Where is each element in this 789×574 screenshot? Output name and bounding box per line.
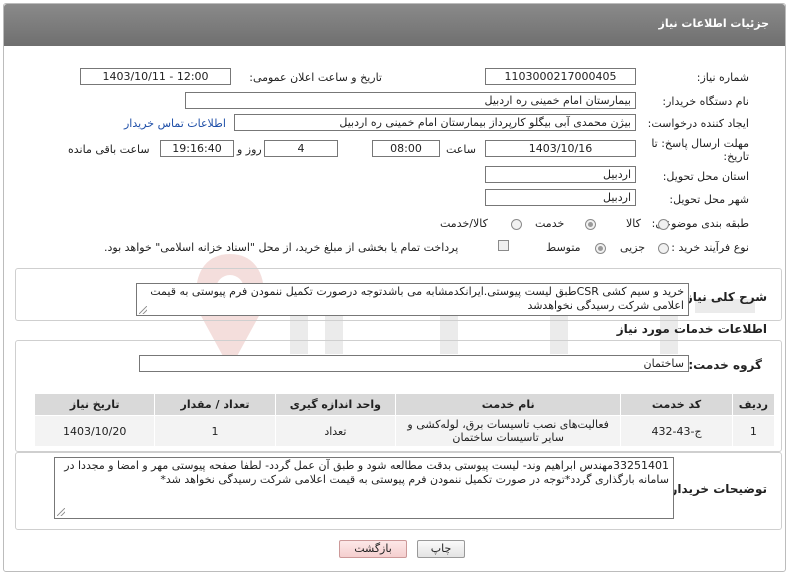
- page-header: جزئیات اطلاعات نیاز: [4, 4, 785, 46]
- process-option-small: جزیی: [620, 241, 646, 254]
- page-title: جزئیات اطلاعات نیاز: [658, 17, 770, 30]
- summary-resize-handle[interactable]: [139, 306, 147, 314]
- col-date: تاریخ نیاز: [33, 393, 156, 416]
- process-option-medium: متوسط: [546, 241, 581, 254]
- cell-name: فعالیت‌های نصب تاسیسات برق، لوله‌کشی و س…: [395, 415, 622, 447]
- category-option-goods: کالا: [626, 217, 641, 230]
- col-code: کد خدمت: [620, 393, 733, 416]
- category-radio-goods-service[interactable]: [511, 219, 522, 230]
- creator-field[interactable]: بیژن محمدی آبی بیگلو کارپرداز بیمارستان …: [234, 114, 636, 131]
- treasury-text: پرداخت تمام یا بخشی از مبلغ خرید، از محل…: [104, 241, 459, 254]
- process-label: نوع فرآیند خرید :: [671, 241, 749, 254]
- deadline-date-label: تاریخ:: [723, 150, 749, 163]
- creator-label: ایجاد کننده درخواست:: [647, 117, 749, 130]
- category-radio-goods[interactable]: [658, 219, 669, 230]
- days-label: روز و: [237, 143, 262, 156]
- cell-unit: تعداد: [274, 415, 397, 447]
- services-table: ردیف کد خدمت نام خدمت واحد اندازه گیری ت…: [33, 393, 776, 447]
- buyer-org-label: نام دستگاه خریدار:: [662, 95, 749, 108]
- remaining-time-field[interactable]: 19:16:40: [160, 140, 234, 157]
- col-row: ردیف: [731, 393, 776, 416]
- process-radio-medium[interactable]: [595, 243, 606, 254]
- service-group-field[interactable]: ساختمان: [139, 355, 689, 372]
- cell-qty: 1: [154, 415, 276, 447]
- buyer-notes-label: توضیحات خریدار:: [665, 482, 767, 496]
- need-number-label: شماره نیاز:: [696, 71, 749, 84]
- summary-label: شرح کلی نیاز:: [681, 290, 767, 304]
- deadline-date-field[interactable]: 1403/10/16: [485, 140, 636, 157]
- category-option-goods-service: کالا/خدمت: [440, 217, 488, 230]
- category-radio-service[interactable]: [585, 219, 596, 230]
- province-label: استان محل تحویل:: [662, 170, 749, 183]
- col-unit: واحد اندازه گیری: [274, 393, 397, 416]
- cell-code: ج-43-432: [620, 415, 733, 447]
- treasury-checkbox[interactable]: [498, 240, 509, 251]
- announce-field[interactable]: 1403/10/11 - 12:00: [80, 68, 231, 85]
- city-label: شهر محل تحویل:: [669, 193, 749, 206]
- remaining-label: ساعت باقی مانده: [68, 143, 150, 156]
- buyer-notes-textarea[interactable]: 33251401مهندس ابراهیم وند- لیست پیوستی ب…: [54, 457, 674, 519]
- city-field[interactable]: اردبیل: [485, 189, 636, 206]
- back-button[interactable]: بازگشت: [339, 540, 407, 558]
- deadline-label: مهلت ارسال پاسخ: تا: [651, 137, 749, 150]
- col-qty: تعداد / مقدار: [154, 393, 276, 416]
- need-number-field[interactable]: 1103000217000405: [485, 68, 636, 85]
- announce-label: تاریخ و ساعت اعلان عمومی:: [249, 71, 382, 84]
- deadline-time-label: ساعت: [446, 143, 476, 156]
- buyer-org-field[interactable]: بیمارستان امام خمینی ره اردبیل: [185, 92, 636, 109]
- services-table-header: ردیف کد خدمت نام خدمت واحد اندازه گیری ت…: [33, 393, 776, 416]
- deadline-time-field[interactable]: 08:00: [372, 140, 440, 157]
- buyer-contact-link[interactable]: اطلاعات تماس خریدار: [124, 117, 226, 130]
- province-field[interactable]: اردبیل: [485, 166, 636, 183]
- summary-textarea[interactable]: خرید و سیم کشی CSRطبق لیست پیوستی.ایرانک…: [136, 283, 689, 316]
- services-section-title: اطلاعات خدمات مورد نیاز: [616, 322, 767, 336]
- print-button[interactable]: چاپ: [417, 540, 465, 558]
- process-radio-small[interactable]: [658, 243, 669, 254]
- category-option-service: خدمت: [535, 217, 565, 230]
- table-row: 1 ج-43-432 فعالیت‌های نصب تاسیسات برق، ل…: [33, 415, 776, 447]
- cell-date: 1403/10/20: [33, 415, 156, 447]
- service-group-label: گروه خدمت:: [688, 358, 762, 372]
- buyer-notes-resize-handle[interactable]: [57, 508, 65, 516]
- days-field[interactable]: 4: [264, 140, 338, 157]
- col-name: نام خدمت: [395, 393, 622, 416]
- cell-row: 1: [731, 415, 776, 447]
